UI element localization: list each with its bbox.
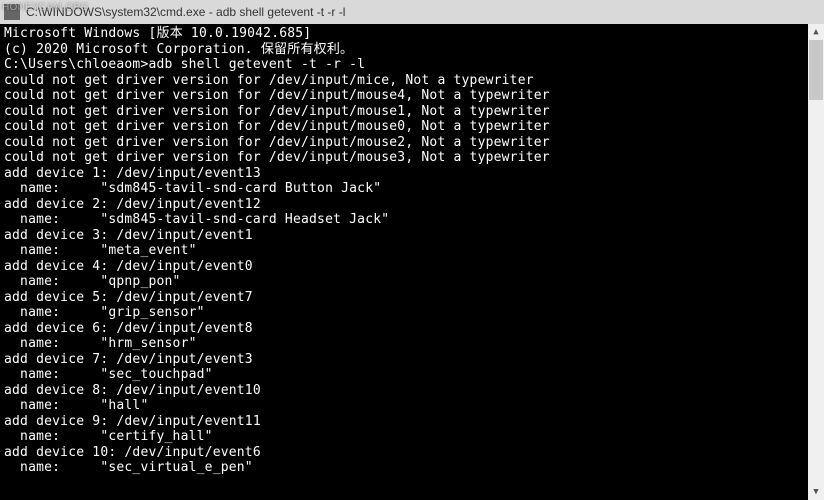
output-line: name: "sdm845-tavil-snd-card Button Jack… <box>4 181 824 197</box>
scrollbar-thumb[interactable] <box>809 40 823 100</box>
prompt-line: C:\Users\chloeaom>adb shell getevent -t … <box>4 57 824 73</box>
output-line: add device 4: /dev/input/event0 <box>4 259 824 275</box>
output-line: could not get driver version for /dev/in… <box>4 88 824 104</box>
output-line: add device 3: /dev/input/event1 <box>4 228 824 244</box>
output-line: add device 6: /dev/input/event8 <box>4 321 824 337</box>
output-line: name: "sec_touchpad" <box>4 367 824 383</box>
scroll-up-button[interactable]: ▲ <box>808 24 824 40</box>
output-line: name: "qpnp_pon" <box>4 274 824 290</box>
scroll-down-button[interactable]: ▼ <box>808 484 824 500</box>
terminal-output[interactable]: Microsoft Windows [版本 10.0.19042.685] (c… <box>0 24 824 476</box>
output-line: could not get driver version for /dev/in… <box>4 135 824 151</box>
output-line: could not get driver version for /dev/in… <box>4 104 824 120</box>
output-line: name: "hrm_sensor" <box>4 336 824 352</box>
output-line: add device 5: /dev/input/event7 <box>4 290 824 306</box>
watermark-text: HONEYCAM.ORG <box>2 2 89 13</box>
output-line: could not get driver version for /dev/in… <box>4 73 824 89</box>
output-line: add device 10: /dev/input/event6 <box>4 445 824 461</box>
output-line: add device 1: /dev/input/event13 <box>4 166 824 182</box>
output-line: name: "hall" <box>4 398 824 414</box>
output-line: (c) 2020 Microsoft Corporation. 保留所有权利。 <box>4 42 824 58</box>
output-line: name: "meta_event" <box>4 243 824 259</box>
output-line: add device 8: /dev/input/event10 <box>4 383 824 399</box>
output-line: add device 7: /dev/input/event3 <box>4 352 824 368</box>
output-line: name: "sec_virtual_e_pen" <box>4 460 824 476</box>
output-line: name: "grip_sensor" <box>4 305 824 321</box>
vertical-scrollbar[interactable]: ▲ ▼ <box>808 24 824 500</box>
output-line: Microsoft Windows [版本 10.0.19042.685] <box>4 26 824 42</box>
output-line: could not get driver version for /dev/in… <box>4 150 824 166</box>
window-title: C:\WINDOWS\system32\cmd.exe - adb shell … <box>26 5 820 19</box>
output-line: add device 2: /dev/input/event12 <box>4 197 824 213</box>
output-line: could not get driver version for /dev/in… <box>4 119 824 135</box>
output-line: name: "certify_hall" <box>4 429 824 445</box>
window-titlebar[interactable]: C:\WINDOWS\system32\cmd.exe - adb shell … <box>0 0 824 24</box>
output-line: add device 9: /dev/input/event11 <box>4 414 824 430</box>
output-line: name: "sdm845-tavil-snd-card Headset Jac… <box>4 212 824 228</box>
